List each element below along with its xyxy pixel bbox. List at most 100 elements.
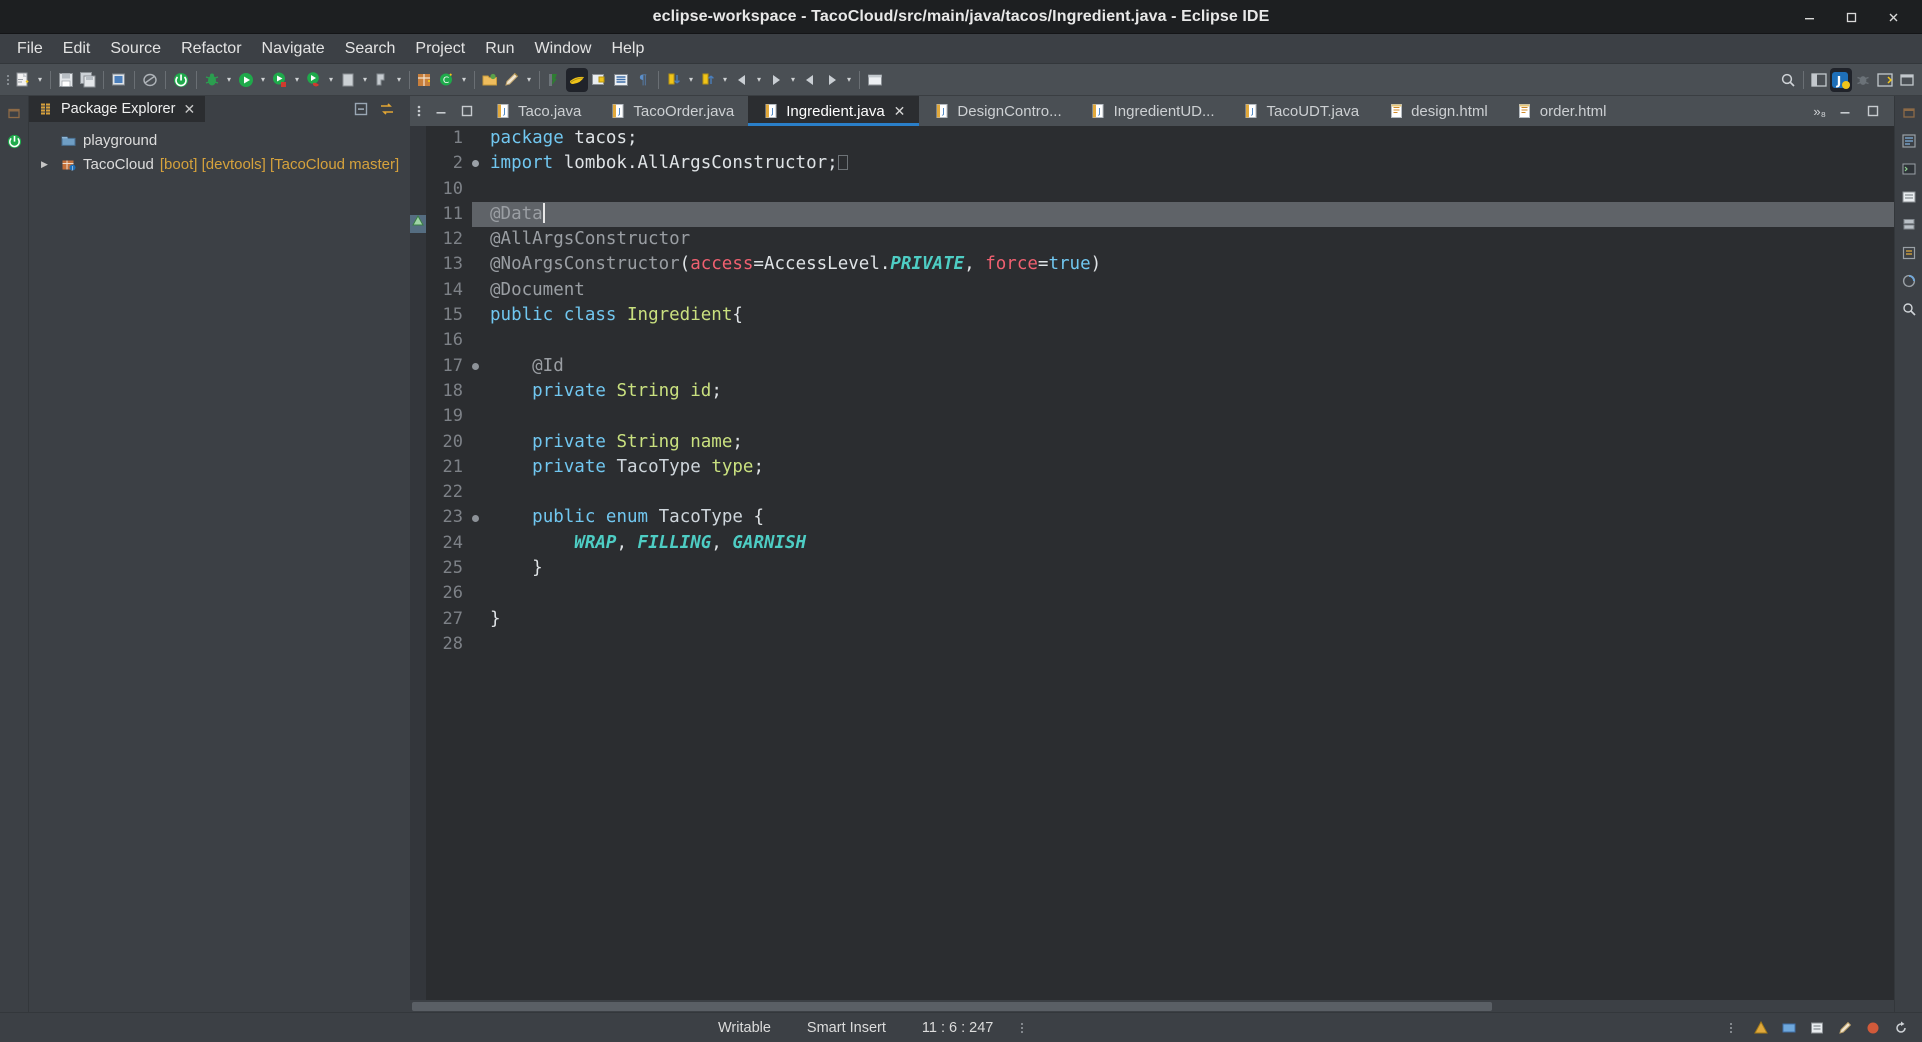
save-icon[interactable] <box>55 68 77 92</box>
line-marker[interactable] <box>472 278 486 303</box>
editor-tab-overflow-label[interactable]: »₈ <box>1813 104 1826 119</box>
properties-icon[interactable] <box>1897 240 1921 266</box>
java-perspective-icon[interactable] <box>566 67 588 92</box>
console-icon[interactable] <box>1897 156 1921 182</box>
skip-breakpoints-icon[interactable] <box>371 68 393 92</box>
next-annotation-dropdown-icon[interactable]: ▾ <box>685 68 697 92</box>
editor-tab-designcontroller[interactable]: J DesignContro... <box>919 96 1075 126</box>
tree-item-tacocloud[interactable]: ▶ J TacoCloud [boot] [devtools] [TacoClo… <box>29 152 408 176</box>
line-marker[interactable] <box>472 531 486 556</box>
line-marker[interactable] <box>472 581 486 606</box>
editor-tab-taco-java[interactable]: J Taco.java <box>480 96 595 126</box>
editor-tab-design-html[interactable]: design.html <box>1373 96 1502 126</box>
terminate-all-icon[interactable] <box>2 128 26 154</box>
restore-right-view-icon[interactable] <box>1897 100 1921 126</box>
new-class-icon[interactable]: C <box>436 68 458 92</box>
code-line[interactable]: 18 private String id; <box>426 379 1894 404</box>
collapsed-import-box-icon[interactable] <box>837 155 848 171</box>
line-marker[interactable] <box>472 480 486 505</box>
terminate-icon[interactable] <box>170 68 192 92</box>
editor-maximize-icon[interactable] <box>454 96 480 126</box>
outline-icon[interactable] <box>1897 128 1921 154</box>
menu-edit[interactable]: Edit <box>54 37 100 61</box>
warning-marker-icon[interactable] <box>412 214 424 232</box>
line-marker[interactable] <box>472 607 486 632</box>
problems-icon[interactable] <box>1897 184 1921 210</box>
line-marker[interactable] <box>472 328 486 353</box>
line-marker[interactable] <box>472 505 486 530</box>
editor-tab-close-icon[interactable]: ✕ <box>894 103 906 120</box>
line-marker[interactable] <box>472 455 486 480</box>
new-wizard-icon[interactable] <box>12 68 34 92</box>
pencil-dropdown-icon[interactable]: ▾ <box>523 68 535 92</box>
jump-forward-icon[interactable] <box>821 68 843 92</box>
code-line[interactable]: 24 WRAP, FILLING, GARNISH <box>426 531 1894 556</box>
save-all-icon[interactable] <box>77 68 99 92</box>
search-decl-icon[interactable] <box>544 68 566 92</box>
editor-tab-tacoorder-java[interactable]: J TacoOrder.java <box>595 96 748 126</box>
code-text-area[interactable]: 1 package tacos; 2 import lombok.AllArgsCon… <box>426 126 1894 1000</box>
restore-view-icon[interactable] <box>2 100 26 126</box>
link-with-editor-icon[interactable] <box>378 100 396 118</box>
code-line[interactable]: 28 <box>426 632 1894 657</box>
open-task-icon[interactable] <box>588 68 610 92</box>
code-line[interactable]: 10 <box>426 177 1894 202</box>
restore-perspective-icon[interactable] <box>1896 68 1918 92</box>
line-marker[interactable] <box>472 430 486 455</box>
debug-dropdown-icon[interactable]: ▾ <box>223 68 235 92</box>
previous-annotation-dropdown-icon[interactable]: ▾ <box>719 68 731 92</box>
back-dropdown-icon[interactable]: ▾ <box>753 68 765 92</box>
jump-dropdown-icon[interactable]: ▾ <box>843 68 855 92</box>
tree-twisty-tacocloud[interactable]: ▶ <box>41 159 53 170</box>
search-view-icon[interactable] <box>1897 296 1921 322</box>
debug-icon[interactable] <box>201 68 223 92</box>
minimize-button[interactable] <box>1788 0 1830 34</box>
menu-project[interactable]: Project <box>406 37 474 61</box>
link-icon[interactable] <box>139 68 161 92</box>
menu-help[interactable]: Help <box>602 37 653 61</box>
coverage-dropdown-icon[interactable]: ▾ <box>325 68 337 92</box>
menu-source[interactable]: Source <box>101 37 170 61</box>
code-line[interactable]: 13 @NoArgsConstructor(access=AccessLevel.… <box>426 252 1894 277</box>
print-icon[interactable] <box>108 68 130 92</box>
jump-back-icon[interactable] <box>799 68 821 92</box>
open-perspective-icon[interactable] <box>1874 68 1896 92</box>
menu-refactor[interactable]: Refactor <box>172 37 250 61</box>
toolbar-drag-handle[interactable] <box>4 70 12 90</box>
progress-icon[interactable] <box>1897 268 1921 294</box>
run-external-dropdown-icon[interactable]: ▾ <box>291 68 303 92</box>
code-line[interactable]: 15 public class Ingredient{ <box>426 303 1894 328</box>
status-tasks-icon[interactable] <box>1808 1019 1826 1037</box>
new-class-dropdown-icon[interactable]: ▾ <box>458 68 470 92</box>
run-dropdown-icon[interactable]: ▾ <box>257 68 269 92</box>
status-heap-icon[interactable] <box>1864 1019 1882 1037</box>
back-icon[interactable] <box>731 68 753 92</box>
code-line[interactable]: 27} <box>426 607 1894 632</box>
status-menu-icon[interactable] <box>1011 1022 1033 1033</box>
run-icon[interactable] <box>235 68 257 92</box>
line-marker[interactable] <box>472 252 486 277</box>
open-type-icon[interactable] <box>479 68 501 92</box>
menu-search[interactable]: Search <box>336 37 405 61</box>
coverage-icon[interactable] <box>303 68 325 92</box>
toggle-markers-icon[interactable] <box>610 68 632 92</box>
status-build-icon[interactable] <box>1780 1019 1798 1037</box>
code-line[interactable]: 26 <box>426 581 1894 606</box>
stop-icon[interactable] <box>337 68 359 92</box>
editor-minimize-icon[interactable] <box>428 96 454 126</box>
status-overflow-icon[interactable] <box>1720 1022 1742 1033</box>
next-annotation-icon[interactable] <box>663 68 685 92</box>
line-marker[interactable] <box>472 126 486 151</box>
editor-tab-ingredientudt[interactable]: J IngredientUD... <box>1076 96 1229 126</box>
stop-dropdown-icon[interactable]: ▾ <box>359 68 371 92</box>
line-marker[interactable] <box>472 556 486 581</box>
line-marker[interactable] <box>472 177 486 202</box>
package-explorer-tab[interactable]: Package Explorer ✕ <box>29 96 206 122</box>
pilcrow-icon[interactable]: ¶ <box>632 68 654 92</box>
collapse-all-icon[interactable] <box>352 100 370 118</box>
editor-tab-order-html[interactable]: order.html <box>1502 96 1621 126</box>
line-marker[interactable] <box>472 151 486 176</box>
code-line[interactable]: 21 private TacoType type; <box>426 455 1894 480</box>
package-explorer-close-icon[interactable]: ✕ <box>183 101 195 118</box>
code-line[interactable]: 25 } <box>426 556 1894 581</box>
